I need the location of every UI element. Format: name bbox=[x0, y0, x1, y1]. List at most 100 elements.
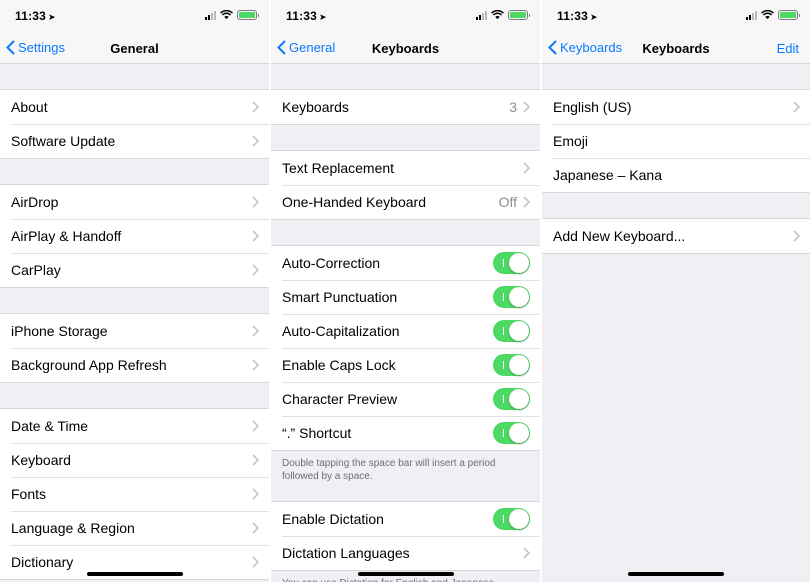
settings-group: Auto-Correction Smart Punctuation Auto-C… bbox=[271, 245, 540, 451]
chevron-right-icon bbox=[252, 420, 259, 432]
row-label: Background App Refresh bbox=[11, 357, 167, 373]
row-label: One-Handed Keyboard bbox=[282, 194, 426, 210]
row-one-handed-keyboard[interactable]: One-Handed Keyboard Off bbox=[271, 185, 540, 219]
status-icons bbox=[746, 10, 800, 20]
chevron-right-icon bbox=[252, 488, 259, 500]
row-label: CarPlay bbox=[11, 262, 61, 278]
dictation-toggle[interactable] bbox=[493, 508, 530, 530]
navigation-bar: Keyboards Keyboards Edit bbox=[542, 32, 810, 64]
nav-title: General bbox=[110, 41, 159, 56]
nav-title: Keyboards bbox=[642, 41, 710, 56]
row-label: Character Preview bbox=[282, 391, 398, 407]
keyboards-count: 3 bbox=[509, 99, 517, 115]
status-icons bbox=[205, 10, 259, 20]
home-indicator[interactable] bbox=[628, 572, 724, 576]
row-label: Dictation Languages bbox=[282, 545, 410, 561]
settings-group: About Software Update bbox=[0, 89, 269, 159]
general-screen: 11:33 ➤ Settings General About Software U… bbox=[0, 0, 269, 582]
row-language-region[interactable]: Language & Region bbox=[0, 511, 269, 545]
one-handed-value: Off bbox=[498, 194, 517, 210]
row-airplay-handoff[interactable]: AirPlay & Handoff bbox=[0, 219, 269, 253]
row-airdrop[interactable]: AirDrop bbox=[0, 185, 269, 219]
row-keyboard-emoji[interactable]: Emoji bbox=[542, 124, 810, 158]
status-icons bbox=[476, 10, 530, 20]
row-label: About bbox=[11, 99, 48, 115]
row-label: iPhone Storage bbox=[11, 323, 108, 339]
keyboards-list-screen: 11:33 ➤ Keyboards Keyboards Edit English … bbox=[542, 0, 810, 582]
row-dictation-languages[interactable]: Dictation Languages bbox=[271, 536, 540, 570]
row-label: Dictionary bbox=[11, 554, 74, 570]
row-carplay[interactable]: CarPlay bbox=[0, 253, 269, 287]
chevron-right-icon bbox=[252, 359, 259, 371]
chevron-right-icon bbox=[252, 264, 259, 276]
status-time: 11:33 ➤ bbox=[557, 9, 598, 23]
period-shortcut-toggle[interactable] bbox=[493, 422, 530, 444]
row-period-shortcut: “.” Shortcut bbox=[271, 416, 540, 450]
home-indicator[interactable] bbox=[86, 572, 183, 576]
row-iphone-storage[interactable]: iPhone Storage bbox=[0, 314, 269, 348]
row-add-new-keyboard[interactable]: Add New Keyboard... bbox=[542, 219, 810, 253]
row-character-preview: Character Preview bbox=[271, 382, 540, 416]
settings-group: Text Replacement One-Handed Keyboard Off bbox=[271, 150, 540, 220]
chevron-right-icon bbox=[523, 101, 530, 113]
location-arrow-icon: ➤ bbox=[590, 12, 598, 22]
screens: 11:33 ➤ Settings General About Software U… bbox=[0, 0, 810, 582]
chevron-right-icon bbox=[523, 162, 530, 174]
wifi-icon bbox=[491, 10, 504, 20]
smart-punctuation-toggle[interactable] bbox=[493, 286, 530, 308]
row-label: “.” Shortcut bbox=[282, 425, 352, 441]
row-label: Fonts bbox=[11, 486, 47, 502]
auto-capitalization-toggle[interactable] bbox=[493, 320, 530, 342]
row-label: Auto-Correction bbox=[282, 255, 381, 271]
chevron-right-icon bbox=[252, 556, 259, 568]
status-time: 11:33 ➤ bbox=[15, 9, 56, 23]
auto-correction-toggle[interactable] bbox=[493, 252, 530, 274]
row-enable-caps-lock: Enable Caps Lock bbox=[271, 348, 540, 382]
navigation-bar: Settings General bbox=[0, 32, 269, 64]
row-keyboard-english-us[interactable]: English (US) bbox=[542, 90, 810, 124]
row-keyboards[interactable]: Keyboards 3 bbox=[271, 90, 540, 124]
row-label: Language & Region bbox=[11, 520, 135, 536]
settings-group: Enable Dictation Dictation Languages bbox=[271, 501, 540, 571]
chevron-right-icon bbox=[252, 325, 259, 337]
row-date-time[interactable]: Date & Time bbox=[0, 409, 269, 443]
wifi-icon bbox=[220, 10, 233, 20]
keyboards-settings-screen: 11:33 ➤ General Keyboards Keyboards 3 Text… bbox=[271, 0, 540, 582]
row-background-app-refresh[interactable]: Background App Refresh bbox=[0, 348, 269, 382]
cellular-signal-icon bbox=[746, 10, 757, 20]
edit-button[interactable]: Edit bbox=[777, 41, 799, 56]
battery-icon bbox=[508, 10, 530, 20]
row-fonts[interactable]: Fonts bbox=[0, 477, 269, 511]
character-preview-toggle[interactable] bbox=[493, 388, 530, 410]
row-software-update[interactable]: Software Update bbox=[0, 124, 269, 158]
row-label: AirPlay & Handoff bbox=[11, 228, 122, 244]
settings-group: AirDrop AirPlay & Handoff CarPlay bbox=[0, 184, 269, 288]
chevron-right-icon bbox=[252, 135, 259, 147]
chevron-right-icon bbox=[523, 196, 530, 208]
chevron-right-icon bbox=[793, 101, 800, 113]
row-label: Enable Dictation bbox=[282, 511, 384, 527]
nav-title: Keyboards bbox=[371, 41, 440, 56]
row-keyboard[interactable]: Keyboard bbox=[0, 443, 269, 477]
row-label: Add New Keyboard... bbox=[553, 228, 686, 244]
caps-lock-toggle[interactable] bbox=[493, 354, 530, 376]
shortcut-footer: Double tapping the space bar will insert… bbox=[282, 458, 496, 482]
status-bar: 11:33 ➤ bbox=[0, 0, 269, 32]
row-enable-dictation: Enable Dictation bbox=[271, 502, 540, 536]
chevron-right-icon bbox=[523, 547, 530, 559]
chevron-right-icon bbox=[252, 230, 259, 242]
row-text-replacement[interactable]: Text Replacement bbox=[271, 151, 540, 185]
row-label: Date & Time bbox=[11, 418, 89, 434]
status-bar: 11:33 ➤ bbox=[542, 0, 810, 32]
row-auto-correction: Auto-Correction bbox=[271, 246, 540, 280]
home-indicator[interactable] bbox=[357, 572, 454, 576]
row-keyboard-japanese-kana[interactable]: Japanese – Kana bbox=[542, 158, 810, 192]
navigation-bar: General Keyboards bbox=[271, 32, 540, 64]
row-about[interactable]: About bbox=[0, 90, 269, 124]
status-time: 11:33 ➤ bbox=[286, 9, 327, 23]
settings-group: iPhone Storage Background App Refresh bbox=[0, 313, 269, 383]
row-label: Keyboards bbox=[282, 99, 349, 115]
row-label: Japanese – Kana bbox=[553, 167, 662, 183]
row-label: English (US) bbox=[553, 99, 632, 115]
chevron-right-icon bbox=[252, 454, 259, 466]
